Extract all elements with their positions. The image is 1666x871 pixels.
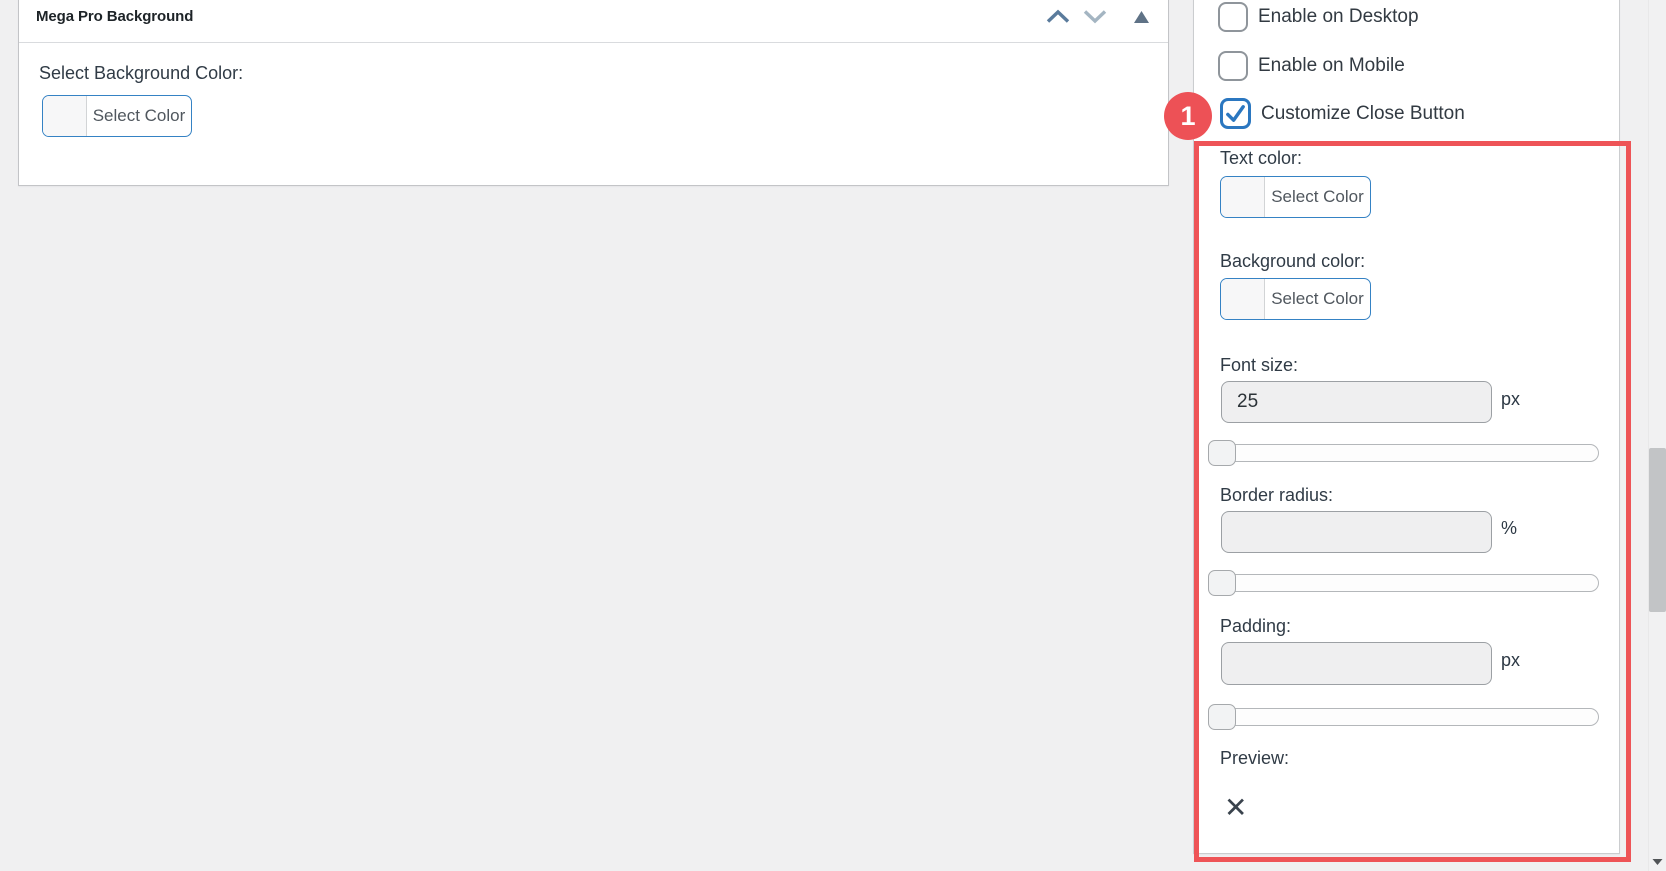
padding-slider-thumb[interactable] [1208,704,1236,730]
enable-on-desktop-checkbox[interactable] [1218,2,1248,32]
checkmark-icon [1224,102,1247,125]
enable-on-mobile-label: Enable on Mobile [1258,55,1405,77]
background-color-label: Background color: [1220,251,1365,272]
move-up-icon[interactable] [1046,9,1070,24]
enable-on-mobile-checkbox[interactable] [1218,51,1248,81]
border-radius-input[interactable] [1221,511,1492,553]
border-radius-slider-thumb[interactable] [1208,570,1236,596]
font-size-input[interactable] [1221,381,1492,423]
enable-on-desktop-label: Enable on Desktop [1258,6,1419,28]
customize-close-button-checkbox[interactable] [1220,98,1251,129]
font-size-label: Font size: [1220,355,1298,376]
text-color-label: Text color: [1220,148,1302,169]
metabox-title: Mega Pro Background [36,8,193,25]
page-scrollbar[interactable] [1648,0,1666,871]
close-background-color-picker-button[interactable]: Select Color [1220,278,1371,320]
close-icon: ✕ [1224,794,1247,822]
padding-input[interactable] [1221,642,1492,685]
text-color-picker-button[interactable]: Select Color [1220,176,1371,218]
move-down-icon[interactable] [1083,9,1107,24]
background-color-picker-button[interactable]: Select Color [42,95,192,137]
padding-slider[interactable] [1208,708,1599,726]
annotation-step-badge: 1 [1164,92,1212,140]
font-size-slider-thumb[interactable] [1208,440,1236,466]
customize-close-button-label: Customize Close Button [1261,103,1465,125]
border-radius-slider[interactable] [1208,574,1599,592]
border-radius-unit: % [1501,518,1517,539]
preview-label: Preview: [1220,748,1289,769]
font-size-slider[interactable] [1208,444,1599,462]
padding-label: Padding: [1220,616,1291,637]
color-swatch [1221,279,1265,319]
border-radius-label: Border radius: [1220,485,1333,506]
collapse-toggle-icon[interactable] [1133,10,1150,24]
metabox-header[interactable]: Mega Pro Background [19,0,1168,43]
select-background-color-label: Select Background Color: [39,63,243,84]
padding-unit: px [1501,650,1520,671]
page: Mega Pro Background Select Background Co… [0,0,1666,871]
color-swatch [43,96,87,136]
scrollbar-down-icon[interactable] [1652,858,1663,866]
scrollbar-thumb[interactable] [1649,448,1666,612]
mega-pro-background-metabox: Mega Pro Background Select Background Co… [18,0,1169,186]
color-swatch [1221,177,1265,217]
font-size-unit: px [1501,389,1520,410]
